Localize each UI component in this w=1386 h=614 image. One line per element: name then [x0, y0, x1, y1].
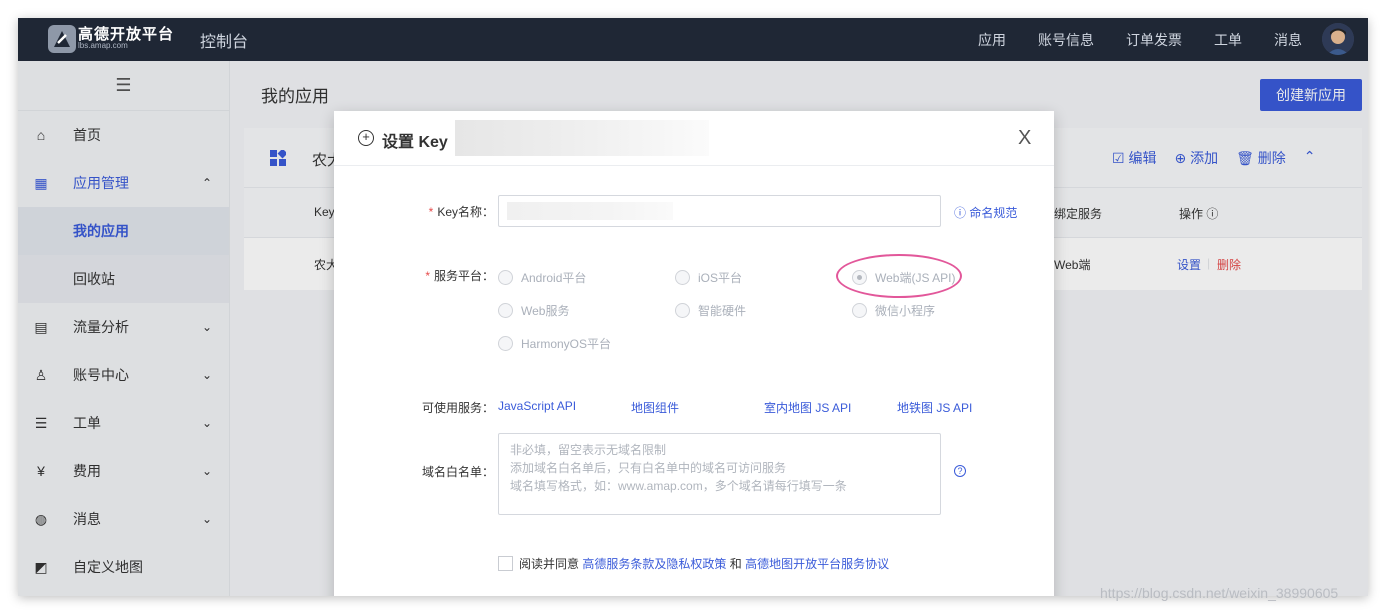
- whitelist-placeholder-line: 添加域名白名单后，只有白名单中的域名可访问服务: [510, 461, 787, 475]
- agreement-row: 阅读并同意 高德服务条款及隐私权政策 和 高德地图开放平台服务协议: [498, 555, 889, 572]
- agree-and: 和: [729, 557, 742, 571]
- top-bar: 高德开放平台 lbs.amap.com 控制台 应用 账号信息 订单发票 工单 …: [18, 18, 1368, 61]
- nav-apps[interactable]: 应用: [978, 30, 1006, 50]
- service-agreement-link[interactable]: 高德地图开放平台服务协议: [745, 555, 889, 572]
- radio-wechat-miniprogram[interactable]: 微信小程序: [852, 302, 935, 319]
- whitelist-textarea[interactable]: 非必填，留空表示无域名限制 添加域名白名单后，只有白名单中的域名可访问服务 域名…: [498, 433, 941, 515]
- user-avatar[interactable]: [1322, 23, 1354, 55]
- dialog-title: 设置 Key: [382, 134, 448, 151]
- available-services-label: 可使用服务：: [421, 401, 494, 415]
- key-name-input[interactable]: [498, 195, 941, 227]
- top-nav: 应用 账号信息 订单发票 工单 消息: [946, 18, 1302, 61]
- whitelist-placeholder-line: 非必填，留空表示无域名限制: [510, 443, 667, 457]
- whitelist-label: 域名白名单：: [421, 465, 494, 479]
- agree-checkbox[interactable]: [498, 556, 513, 571]
- service-link-indoor-map[interactable]: 室内地图 JS API: [764, 399, 851, 416]
- key-name-label: * Key名称：: [428, 205, 494, 219]
- radio-smart-hardware[interactable]: 智能硬件: [675, 302, 746, 319]
- radio-android[interactable]: Android平台: [498, 269, 586, 286]
- whitelist-placeholder-line: 域名填写格式，如：www.amap.com，多个域名请每行填写一条: [510, 479, 847, 493]
- amap-logo-icon[interactable]: [44, 21, 80, 57]
- radio-ios[interactable]: iOS平台: [675, 269, 742, 286]
- nav-orders-invoices[interactable]: 订单发票: [1126, 30, 1182, 50]
- nav-account-info[interactable]: 账号信息: [1038, 30, 1094, 50]
- avatar-icon: [1322, 23, 1354, 55]
- set-key-dialog: + 设置 Key X * Key名称： ⓘ 命名规范 * 服务平台： Android…: [334, 111, 1054, 596]
- redacted-key-name: [507, 202, 673, 220]
- watermark: https://blog.csdn.net/weixin_38990605: [1100, 585, 1339, 601]
- nav-tickets[interactable]: 工单: [1214, 30, 1242, 50]
- plus-circle-icon: +: [358, 130, 374, 146]
- close-button[interactable]: X: [1018, 127, 1031, 150]
- service-link-map-component[interactable]: 地图组件: [631, 399, 679, 416]
- help-icon[interactable]: ?: [954, 465, 966, 477]
- terms-link[interactable]: 高德服务条款及隐私权政策: [582, 555, 726, 572]
- console-title[interactable]: 控制台: [200, 28, 248, 52]
- platform-label: * 服务平台：: [425, 269, 494, 283]
- service-link-subway-map[interactable]: 地铁图 JS API: [897, 399, 972, 416]
- dialog-header: + 设置 Key X: [334, 111, 1054, 166]
- logo-subtext: lbs.amap.com: [78, 41, 128, 50]
- naming-rules-link[interactable]: ⓘ 命名规范: [954, 204, 1017, 221]
- radio-harmonyos[interactable]: HarmonyOS平台: [498, 335, 611, 352]
- redacted-key: [455, 120, 709, 156]
- service-link-js-api[interactable]: JavaScript API: [498, 399, 576, 413]
- nav-messages[interactable]: 消息: [1274, 30, 1302, 50]
- agree-prefix: 阅读并同意: [519, 557, 580, 571]
- radio-web-service[interactable]: Web服务: [498, 302, 569, 319]
- browser-window: 高德开放平台 lbs.amap.com 控制台 应用 账号信息 订单发票 工单 …: [18, 18, 1368, 596]
- highlight-ellipse: [836, 254, 962, 298]
